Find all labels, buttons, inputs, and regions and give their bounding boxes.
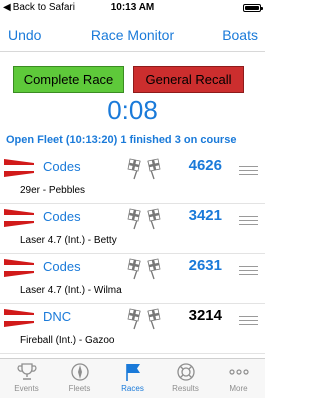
code-flag-icon bbox=[4, 309, 36, 327]
boat-row[interactable]: DNC 3214 Fireball (Int.) - Gazoo bbox=[0, 304, 265, 354]
tab-more[interactable]: More bbox=[212, 359, 265, 398]
tab-label: Races bbox=[121, 384, 144, 393]
checkered-flags-icon[interactable] bbox=[126, 257, 162, 281]
tab-results[interactable]: Results bbox=[159, 359, 212, 398]
sail-number: 4626 bbox=[188, 157, 222, 174]
reorder-handle-icon[interactable] bbox=[239, 216, 258, 225]
navigation-bar: Undo Race Monitor Boats bbox=[0, 18, 265, 52]
tab-fleets[interactable]: Fleets bbox=[53, 359, 106, 398]
fleet-info: Open Fleet (10:13:20) 1 finished 3 on co… bbox=[6, 134, 237, 146]
reorder-handle-icon[interactable] bbox=[239, 166, 258, 175]
flag-status-label[interactable]: Codes bbox=[43, 259, 81, 274]
flag-status-label[interactable]: Codes bbox=[43, 159, 81, 174]
reorder-handle-icon[interactable] bbox=[239, 266, 258, 275]
sail-number: 3421 bbox=[188, 207, 222, 224]
reorder-handle-icon[interactable] bbox=[239, 316, 258, 325]
boat-row[interactable]: Codes 2631 Laser 4.7 (Int.) - Wilma bbox=[0, 254, 265, 304]
tab-bar: Events Fleets Races Results More bbox=[0, 358, 265, 398]
code-flag-icon bbox=[4, 259, 36, 277]
code-flag-icon bbox=[4, 159, 36, 177]
boats-button[interactable]: Boats bbox=[222, 27, 258, 43]
boat-name: Laser 4.7 (Int.) - Wilma bbox=[20, 285, 122, 296]
general-recall-button[interactable]: General Recall bbox=[133, 66, 244, 93]
boat-name: Laser 4.7 (Int.) - Betty bbox=[20, 235, 117, 246]
sail-number: 2631 bbox=[188, 257, 222, 274]
flag-status-label[interactable]: DNC bbox=[43, 309, 71, 324]
tab-races[interactable]: Races bbox=[106, 359, 159, 398]
boat-name: Fireball (Int.) - Gazoo bbox=[20, 335, 115, 346]
boat-row[interactable]: Codes 4626 29er - Pebbles bbox=[0, 154, 265, 204]
tab-label: Results bbox=[172, 384, 199, 393]
status-time: 10:13 AM bbox=[110, 2, 155, 13]
battery-icon bbox=[243, 4, 263, 12]
compass-icon bbox=[70, 363, 89, 381]
race-timer: 0:08 bbox=[107, 95, 158, 125]
sail-number: 3214 bbox=[188, 307, 222, 324]
trophy-icon bbox=[17, 363, 36, 380]
lifebuoy-icon bbox=[176, 363, 195, 381]
more-icon bbox=[228, 369, 249, 375]
checkered-flags-icon[interactable] bbox=[126, 207, 162, 231]
flag-status-label[interactable]: Codes bbox=[43, 209, 81, 224]
checkered-flags-icon[interactable] bbox=[126, 157, 162, 181]
code-flag-icon bbox=[4, 209, 36, 227]
tab-label: Fleets bbox=[68, 384, 91, 393]
tab-label: Events bbox=[14, 384, 39, 393]
tab-events[interactable]: Events bbox=[0, 359, 53, 398]
checkered-flags-icon[interactable] bbox=[126, 307, 162, 331]
flag-icon bbox=[125, 364, 140, 381]
boat-row[interactable]: Codes 3421 Laser 4.7 (Int.) - Betty bbox=[0, 204, 265, 254]
complete-race-button[interactable]: Complete Race bbox=[13, 66, 124, 93]
tab-label: More bbox=[229, 384, 248, 393]
status-bar: ◀ Back to Safari 10:13 AM bbox=[0, 0, 265, 16]
boat-name: 29er - Pebbles bbox=[20, 185, 86, 196]
